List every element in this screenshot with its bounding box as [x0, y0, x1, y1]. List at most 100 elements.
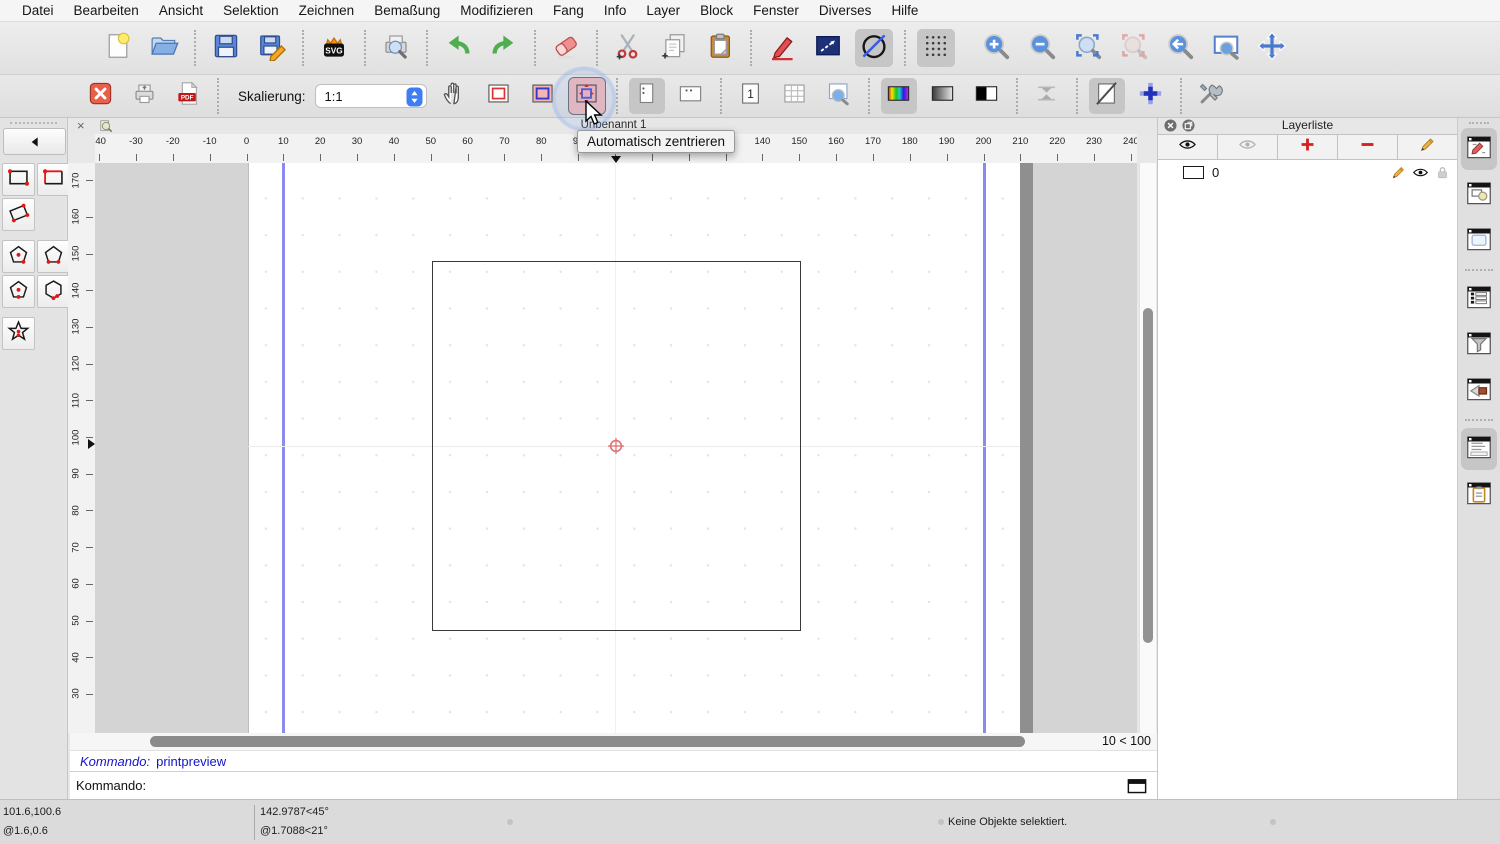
save-button[interactable] [207, 29, 245, 67]
menu-bemaßung[interactable]: Bemaßung [364, 3, 450, 18]
print-preview-button[interactable] [377, 29, 415, 67]
dock-blocks-toggle-button[interactable] [1461, 174, 1497, 216]
show-all-layers-button[interactable] [1158, 135, 1218, 159]
undo-button[interactable] [439, 29, 477, 67]
draw-pencil-button[interactable] [763, 29, 801, 67]
page-slash-button[interactable] [1089, 78, 1125, 114]
edit-layer-button[interactable] [1398, 135, 1457, 159]
menu-datei[interactable]: Datei [12, 3, 64, 18]
add-layer-button[interactable] [1278, 135, 1338, 159]
menu-ansicht[interactable]: Ansicht [149, 3, 213, 18]
zoom-out-button[interactable] [1023, 29, 1061, 67]
layer-lock-button[interactable] [1434, 164, 1451, 181]
copy-button[interactable] [655, 29, 693, 67]
dock-command-toggle-button[interactable] [1461, 428, 1497, 470]
menu-diverses[interactable]: Diverses [809, 3, 882, 18]
zoom-window-icon [1211, 31, 1241, 66]
paste-button[interactable] [701, 29, 739, 67]
page-landscape-button[interactable] [673, 78, 709, 114]
rect-2corner-tool-button[interactable] [2, 163, 35, 196]
zoom-pan-button[interactable] [1253, 29, 1291, 67]
dock-clipboard-toggle-button[interactable] [1461, 474, 1497, 516]
menu-info[interactable]: Info [594, 3, 637, 18]
redo-button[interactable] [485, 29, 523, 67]
eraser-button[interactable] [547, 29, 585, 67]
menu-modifizieren[interactable]: Modifizieren [450, 3, 543, 18]
horizontal-scrollbar[interactable]: 10 < 100 [70, 733, 1157, 750]
rect-3point-tool-button[interactable] [2, 198, 35, 231]
multi-page-button[interactable] [777, 78, 813, 114]
star-tool-button[interactable] [2, 317, 35, 350]
page-zoom-button[interactable] [821, 78, 857, 114]
remove-layer-button[interactable] [1338, 135, 1398, 159]
panel-close-button[interactable] [1164, 119, 1177, 132]
menu-block[interactable]: Block [690, 3, 743, 18]
menu-hilfe[interactable]: Hilfe [881, 3, 928, 18]
move-paper-button[interactable] [437, 78, 473, 114]
zoom-in-button[interactable] [977, 29, 1015, 67]
menu-zeichnen[interactable]: Zeichnen [289, 3, 365, 18]
vertical-scrollbar[interactable] [1139, 163, 1156, 733]
open-folder-button[interactable] [145, 29, 183, 67]
tools-back-button[interactable] [3, 128, 66, 155]
layer-panel-title: Layerliste [1282, 118, 1333, 132]
strip-drag-handle[interactable] [1469, 122, 1489, 124]
ruler-tick [86, 217, 93, 218]
polygon-center-vertex-tool-button[interactable] [2, 240, 35, 273]
layer-eye-button[interactable] [1412, 164, 1429, 181]
edit-layer-icon [1390, 169, 1407, 184]
command-window-toggle-button[interactable] [1127, 778, 1147, 794]
dock-filter-toggle-button[interactable] [1461, 324, 1497, 366]
bw-mode-button[interactable] [969, 78, 1005, 114]
vertical-scrollbar-thumb[interactable] [1143, 308, 1153, 643]
status-dot-left [507, 819, 513, 825]
hide-all-layers-button[interactable] [1218, 135, 1278, 159]
horizontal-scrollbar-thumb[interactable] [150, 736, 1025, 747]
zoom-fit-button[interactable] [1069, 29, 1107, 67]
gray-mode-button[interactable] [925, 78, 961, 114]
cut-button[interactable] [609, 29, 647, 67]
dock-library-toggle-button[interactable] [1461, 220, 1497, 262]
menu-layer[interactable]: Layer [636, 3, 690, 18]
grid-points-button[interactable] [917, 29, 955, 67]
page-portrait-button[interactable] [629, 78, 665, 114]
close-preview-button[interactable] [82, 78, 118, 114]
polygon-center-side-tool-button[interactable] [2, 275, 35, 308]
print-button[interactable] [126, 78, 162, 114]
dock-view-toggle-button[interactable] [1461, 370, 1497, 412]
pdf-export-button[interactable]: PDF [170, 78, 206, 114]
zoom-window-button[interactable] [1207, 29, 1245, 67]
layer-color-swatch [1183, 166, 1204, 179]
drawing-canvas[interactable] [95, 163, 1137, 733]
menu-bearbeiten[interactable]: Bearbeiten [64, 3, 149, 18]
menu-fenster[interactable]: Fenster [743, 3, 809, 18]
hexagon-2point-tool-button[interactable] [37, 275, 70, 308]
crosshair-button[interactable] [1133, 78, 1169, 114]
svg-export-button[interactable]: SVG [315, 29, 353, 67]
dock-layers-toggle-button[interactable] [1461, 128, 1497, 170]
paper-shadow [1020, 163, 1033, 733]
single-page-button[interactable]: 1 [733, 78, 769, 114]
paper-fixed-button[interactable] [525, 78, 561, 114]
color-mode-button[interactable] [881, 78, 917, 114]
zoom-previous-button[interactable] [1161, 29, 1199, 67]
dock-drag-handle[interactable] [10, 122, 57, 124]
auto-center-button[interactable] [569, 78, 605, 114]
app-settings-button[interactable] [1193, 78, 1229, 114]
menu-fang[interactable]: Fang [543, 3, 594, 18]
dock-properties-toggle-button[interactable] [1461, 278, 1497, 320]
polygon-2vertex-tool-button[interactable] [37, 240, 70, 273]
rect-size-tool-button[interactable] [37, 163, 70, 196]
layer-row[interactable]: 0 [1158, 160, 1457, 183]
save-as-button[interactable] [253, 29, 291, 67]
new-file-button[interactable] [99, 29, 137, 67]
new-file-icon [103, 31, 133, 66]
scale-select[interactable]: 1:1 [315, 84, 427, 108]
edit-layer-button[interactable] [1390, 164, 1407, 181]
dimension-button[interactable] [809, 29, 847, 67]
menu-selektion[interactable]: Selektion [213, 3, 289, 18]
paste-icon [705, 31, 735, 66]
paper-borders-button[interactable] [481, 78, 517, 114]
circle-slash-button[interactable] [855, 29, 893, 67]
panel-float-button[interactable] [1182, 119, 1195, 132]
